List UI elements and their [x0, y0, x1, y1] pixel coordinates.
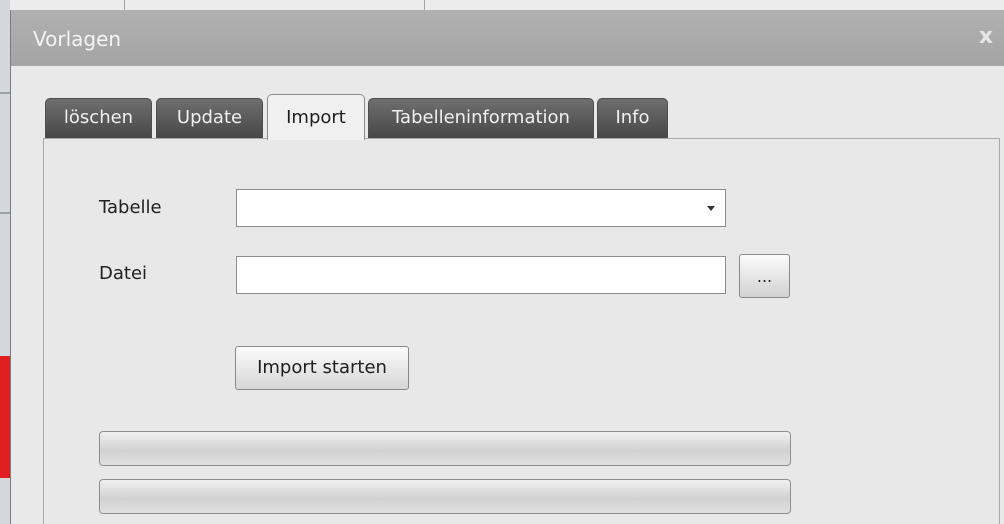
table-select[interactable] [236, 189, 726, 227]
browse-file-button[interactable]: ... [739, 254, 790, 298]
progress-bar [99, 431, 791, 466]
tab-label: Tabelleninformation [392, 107, 570, 128]
background-separator [124, 0, 125, 10]
tab-label: Import [286, 107, 346, 128]
progress-bar [99, 479, 791, 514]
background-divider [0, 92, 10, 94]
tab-label: löschen [63, 107, 134, 128]
tab-import[interactable]: Import [267, 94, 365, 140]
tab-update[interactable]: Update [156, 98, 263, 138]
title-bar[interactable]: Vorlagen x [11, 10, 1004, 66]
file-label: Datei [99, 263, 148, 284]
background-divider [0, 212, 10, 214]
vorlagen-dialog: Vorlagen x löschen Update Import Tabelle… [10, 10, 1004, 524]
import-start-button[interactable]: Import starten [235, 346, 409, 390]
tab-loeschen[interactable]: löschen [45, 98, 152, 138]
background-red-panel [0, 356, 10, 478]
table-label: Tabelle [99, 197, 162, 218]
tab-label: Update [176, 107, 243, 128]
close-icon[interactable]: x [973, 24, 999, 50]
tab-tabelleninformation[interactable]: Tabelleninformation [368, 98, 594, 138]
tab-label: Info [615, 107, 650, 128]
background-separator [424, 0, 425, 10]
import-tab-panel: Tabelle Datei ... Import starten [43, 138, 1000, 524]
chevron-down-icon [707, 206, 715, 211]
file-path-input[interactable] [236, 256, 726, 294]
tab-info[interactable]: Info [597, 98, 668, 138]
window-title: Vorlagen [33, 27, 122, 51]
background-toolbar [10, 0, 1004, 10]
